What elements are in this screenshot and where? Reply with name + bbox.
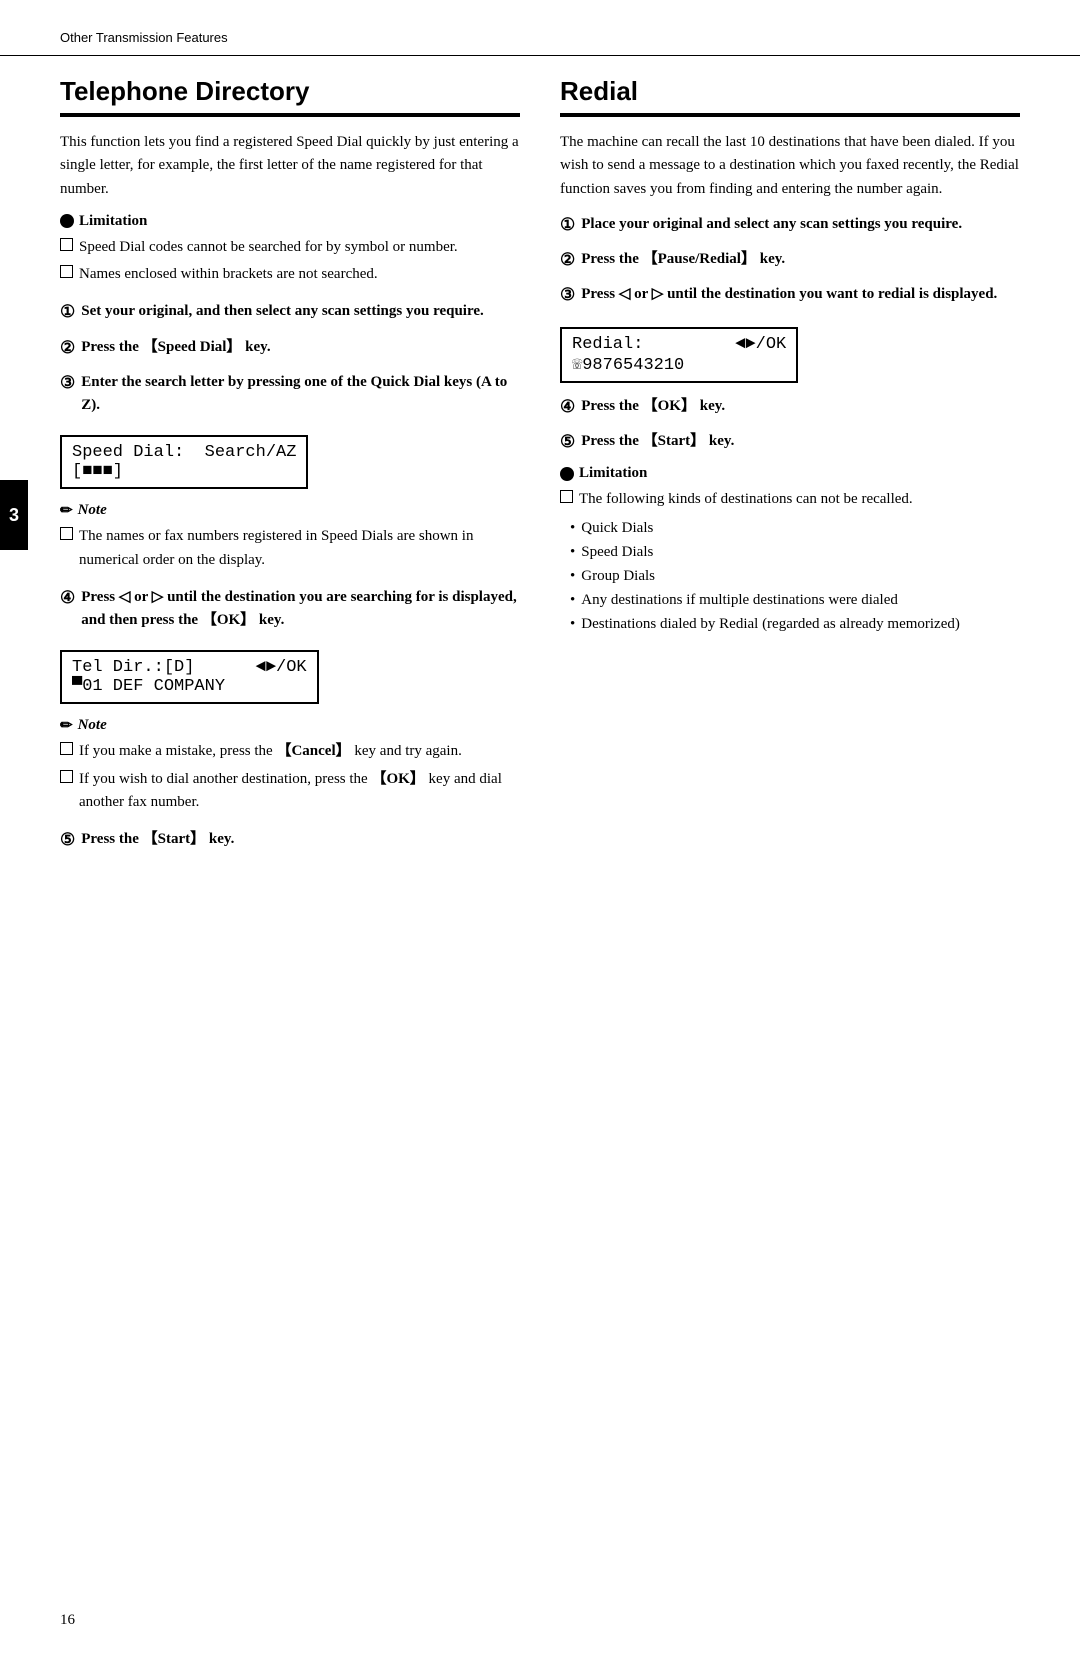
header-area: Other Transmission Features <box>0 0 1080 56</box>
limitation-item-1: Speed Dial codes cannot be searched for … <box>60 236 520 259</box>
limitation-list-item-2: Speed Dials <box>570 540 1020 564</box>
lcd2-line1: Tel Dir.:[D] ◄►/OK <box>72 658 307 677</box>
right-checkbox-intro <box>560 490 573 503</box>
checkbox-icon-1 <box>60 238 73 251</box>
chapter-number: 3 <box>9 505 19 526</box>
note-item-1: The names or fax numbers registered in S… <box>60 525 520 572</box>
right-limitation-bullet-icon <box>560 467 574 481</box>
limitation-list-item-1: Quick Dials <box>570 516 1020 540</box>
left-step-d: ④ Press ◁ or ▷ until the destination you… <box>60 586 520 633</box>
note-pencil-icon: ✏ <box>60 501 73 520</box>
step-b-text: Press the 【Speed Dial】 key. <box>81 336 270 359</box>
right-step-d-text: Press the 【OK】 key. <box>581 395 725 418</box>
right-step-e: ⑤ Press the 【Start】 key. <box>560 430 1020 455</box>
lcd1-line2: [■■■] <box>72 462 296 481</box>
limitation-list-item-3: Group Dials <box>570 564 1020 588</box>
right-step-e-num: ⑤ <box>560 429 575 455</box>
step-d-num: ④ <box>60 585 75 611</box>
note-block-1: ✏ Note The names or fax numbers register… <box>60 501 520 572</box>
left-column: Telephone Directory This function lets y… <box>60 76 520 864</box>
left-step-e: ⑤ Press the 【Start】 key. <box>60 828 520 853</box>
limitation-item-2: Names enclosed within brackets are not s… <box>60 263 520 286</box>
note-block-2: ✏ Note If you make a mistake, press the … <box>60 716 520 814</box>
right-intro: The machine can recall the last 10 desti… <box>560 131 1020 201</box>
left-step-c: ③ Enter the search letter by pressing on… <box>60 371 520 418</box>
note-pencil-icon-2: ✏ <box>60 716 73 735</box>
right-column: Redial The machine can recall the last 1… <box>560 76 1020 864</box>
chapter-tab: 3 <box>0 480 28 550</box>
note-item-2a: If you make a mistake, press the 【Cancel… <box>60 740 520 763</box>
left-limitation: Limitation Speed Dial codes cannot be se… <box>60 213 520 287</box>
redial-lcd: Redial: ◄►/OK ☏9876543210 <box>560 327 798 383</box>
left-intro: This function lets you find a registered… <box>60 131 520 201</box>
right-limitation-intro: The following kinds of destinations can … <box>560 488 1020 511</box>
right-step-a: ① Place your original and select any sca… <box>560 213 1020 238</box>
right-section-title: Redial <box>560 76 1020 117</box>
limitation-list-item-4: Any destinations if multiple destination… <box>570 588 1020 612</box>
redial-lcd-line1: Redial: ◄►/OK <box>572 335 786 354</box>
note-item-2b: If you wish to dial another destination,… <box>60 768 520 815</box>
limitation-list-item-5: Destinations dialed by Redial (regarded … <box>570 612 1020 636</box>
right-step-b-text: Press the 【Pause/Redial】 key. <box>581 248 785 271</box>
right-step-d: ④ Press the 【OK】 key. <box>560 395 1020 420</box>
left-limitation-title: Limitation <box>60 213 520 230</box>
note-checkbox-1 <box>60 527 73 540</box>
step-e-num: ⑤ <box>60 827 75 853</box>
right-limitation-list: Quick Dials Speed Dials Group Dials Any … <box>570 516 1020 636</box>
page-container: 3 Other Transmission Features Telephone … <box>0 0 1080 1669</box>
right-step-d-num: ④ <box>560 394 575 420</box>
left-step-a: ① Set your original, and then select any… <box>60 300 520 325</box>
right-limitation-title: Limitation <box>560 465 1020 482</box>
lcd-display-2: Tel Dir.:[D] ◄►/OK ▀01 DEF COMPANY <box>60 650 319 704</box>
step-b-num: ② <box>60 335 75 361</box>
right-step-c: ③ Press ◁ or ▷ until the destination you… <box>560 283 1020 308</box>
right-step-a-text: Place your original and select any scan … <box>581 213 962 236</box>
right-step-c-num: ③ <box>560 282 575 308</box>
lcd2-line2: ▀01 DEF COMPANY <box>72 677 307 696</box>
checkbox-icon-2 <box>60 265 73 278</box>
note-title-2: ✏ Note <box>60 716 520 735</box>
right-limitation: Limitation The following kinds of destin… <box>560 465 1020 635</box>
step-a-num: ① <box>60 299 75 325</box>
limitation-bullet-icon <box>60 214 74 228</box>
right-step-b: ② Press the 【Pause/Redial】 key. <box>560 248 1020 273</box>
content-area: Telephone Directory This function lets y… <box>0 76 1080 864</box>
step-d-text: Press ◁ or ▷ until the destination you a… <box>81 586 520 633</box>
note-title-1: ✏ Note <box>60 501 520 520</box>
header-label: Other Transmission Features <box>60 30 228 45</box>
note-checkbox-2b <box>60 770 73 783</box>
lcd-display-1: Speed Dial: Search/AZ [■■■] <box>60 435 308 489</box>
left-section-title: Telephone Directory <box>60 76 520 117</box>
step-c-text: Enter the search letter by pressing one … <box>81 371 520 418</box>
right-step-e-text: Press the 【Start】 key. <box>581 430 734 453</box>
lcd1-line1: Speed Dial: Search/AZ <box>72 443 296 462</box>
right-step-b-num: ② <box>560 247 575 273</box>
step-c-num: ③ <box>60 370 75 396</box>
right-step-a-num: ① <box>560 212 575 238</box>
right-step-c-text: Press ◁ or ▷ until the destination you w… <box>581 283 997 306</box>
redial-lcd-line2: ☏9876543210 <box>572 354 786 375</box>
step-a-text: Set your original, and then select any s… <box>81 300 484 323</box>
page-number: 16 <box>60 1612 75 1629</box>
step-e-text: Press the 【Start】 key. <box>81 828 234 851</box>
note-checkbox-2a <box>60 742 73 755</box>
left-step-b: ② Press the 【Speed Dial】 key. <box>60 336 520 361</box>
